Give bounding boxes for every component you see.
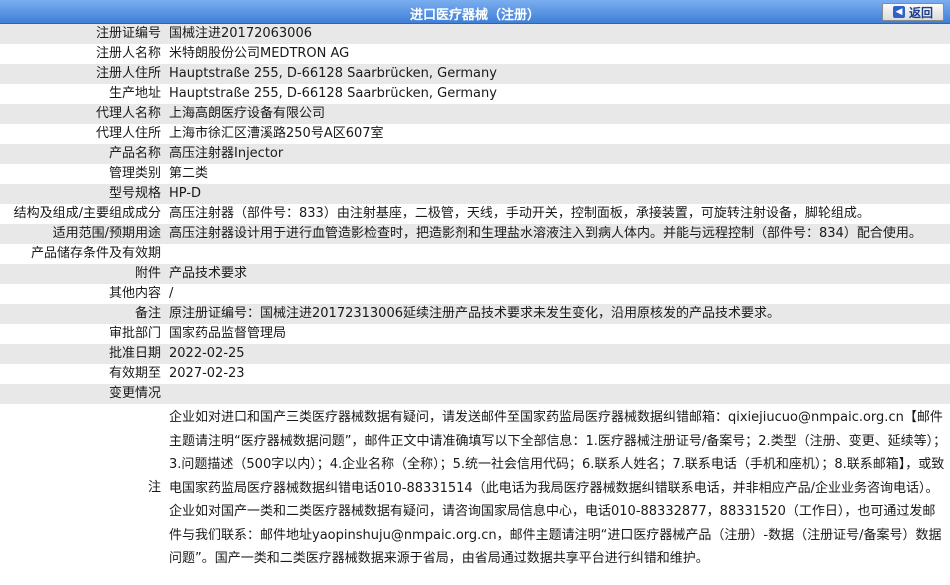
table-row: 备注 原注册证编号：国械注进20172313006延续注册产品技术要求未发生变化，… <box>0 304 950 324</box>
field-value: 上海市徐汇区漕溪路250号A区607室 <box>165 124 950 144</box>
field-label: 结构及组成/主要组成成分 <box>0 204 165 224</box>
note-label: 注 <box>0 404 165 573</box>
field-value: 2027-02-23 <box>165 364 950 384</box>
table-row: 代理人住所 上海市徐汇区漕溪路250号A区607室 <box>0 124 950 144</box>
field-value: 上海高朗医疗设备有限公司 <box>165 104 950 124</box>
table-row: 审批部门 国家药品监督管理局 <box>0 324 950 344</box>
back-button[interactable]: ◀ 返回 <box>882 3 944 21</box>
page-title: 进口医疗器械（注册） <box>409 8 540 23</box>
field-value: 高压注射器Injector <box>165 144 950 164</box>
back-arrow-icon: ◀ <box>892 6 905 18</box>
field-label: 变更情况 <box>0 384 165 404</box>
field-value: 高压注射器设计用于进行血管造影检查时，把造影剂和生理盐水溶液注入到病人体内。并能… <box>165 224 950 244</box>
table-row: 结构及组成/主要组成成分 高压注射器（部件号：833）由注射基座，二极管，天线，手… <box>0 204 950 224</box>
table-row: 其他内容 / <box>0 284 950 304</box>
table-row: 变更情况 <box>0 384 950 404</box>
table-row: 产品名称 高压注射器Injector <box>0 144 950 164</box>
field-label: 备注 <box>0 304 165 324</box>
table-row: 注册人名称 米特朗股份公司MEDTRON AG <box>0 44 950 64</box>
detail-body: 注册证编号 国械注进20172063006 注册人名称 米特朗股份公司MEDTRON … <box>0 24 950 573</box>
table-row: 型号规格 HP-D <box>0 184 950 204</box>
field-value: Hauptstraße 255, D-66128 Saarbrücken, Ge… <box>165 64 950 84</box>
field-value: 产品技术要求 <box>165 264 950 284</box>
back-button-label: 返回 <box>908 5 933 20</box>
field-value: 米特朗股份公司MEDTRON AG <box>165 44 950 64</box>
field-label: 产品储存条件及有效期 <box>0 244 165 264</box>
field-label: 代理人住所 <box>0 124 165 144</box>
field-value <box>165 384 950 404</box>
field-label: 批准日期 <box>0 344 165 364</box>
field-label: 注册人住所 <box>0 64 165 84</box>
table-row: 注册证编号 国械注进20172063006 <box>0 24 950 44</box>
header-bar: 进口医疗器械（注册） ◀ 返回 <box>0 0 950 24</box>
field-value: / <box>165 284 950 304</box>
note-row: 注企业如对进口和国产三类医疗器械数据有疑问，请发送邮件至国家药监局医疗器械数据纠… <box>0 404 950 573</box>
table-row: 产品储存条件及有效期 <box>0 244 950 264</box>
table-row: 适用范围/预期用途 高压注射器设计用于进行血管造影检查时，把造影剂和生理盐水溶液注… <box>0 224 950 244</box>
field-label: 型号规格 <box>0 184 165 204</box>
table-row: 注册人住所 Hauptstraße 255, D-66128 Saarbrücke… <box>0 64 950 84</box>
table-row: 生产地址 Hauptstraße 255, D-66128 Saarbrücken… <box>0 84 950 104</box>
note-text: 企业如对进口和国产三类医疗器械数据有疑问，请发送邮件至国家药监局医疗器械数据纠错… <box>165 404 950 573</box>
table-row: 批准日期 2022-02-25 <box>0 344 950 364</box>
field-value: Hauptstraße 255, D-66128 Saarbrücken, Ge… <box>165 84 950 104</box>
field-label: 生产地址 <box>0 84 165 104</box>
field-value: 第二类 <box>165 164 950 184</box>
field-value: 高压注射器（部件号：833）由注射基座，二极管，天线，手动开关，控制面板，承接装… <box>165 204 950 224</box>
field-value: 国械注进20172063006 <box>165 24 950 44</box>
field-value: 原注册证编号：国械注进20172313006延续注册产品技术要求未发生变化，沿用… <box>165 304 950 324</box>
field-label: 注册证编号 <box>0 24 165 44</box>
field-label: 管理类别 <box>0 164 165 184</box>
table-row: 代理人名称 上海高朗医疗设备有限公司 <box>0 104 950 124</box>
field-value: HP-D <box>165 184 950 204</box>
field-value: 国家药品监督管理局 <box>165 324 950 344</box>
field-label: 附件 <box>0 264 165 284</box>
field-label: 注册人名称 <box>0 44 165 64</box>
field-label: 代理人名称 <box>0 104 165 124</box>
field-label: 审批部门 <box>0 324 165 344</box>
table-row: 附件 产品技术要求 <box>0 264 950 284</box>
detail-table: 注册证编号 国械注进20172063006 注册人名称 米特朗股份公司MEDTRON … <box>0 24 950 573</box>
table-row: 有效期至 2027-02-23 <box>0 364 950 384</box>
field-value: 2022-02-25 <box>165 344 950 364</box>
field-label: 其他内容 <box>0 284 165 304</box>
field-value <box>165 244 950 264</box>
field-label: 适用范围/预期用途 <box>0 224 165 244</box>
field-label: 产品名称 <box>0 144 165 164</box>
table-row: 管理类别 第二类 <box>0 164 950 184</box>
field-label: 有效期至 <box>0 364 165 384</box>
